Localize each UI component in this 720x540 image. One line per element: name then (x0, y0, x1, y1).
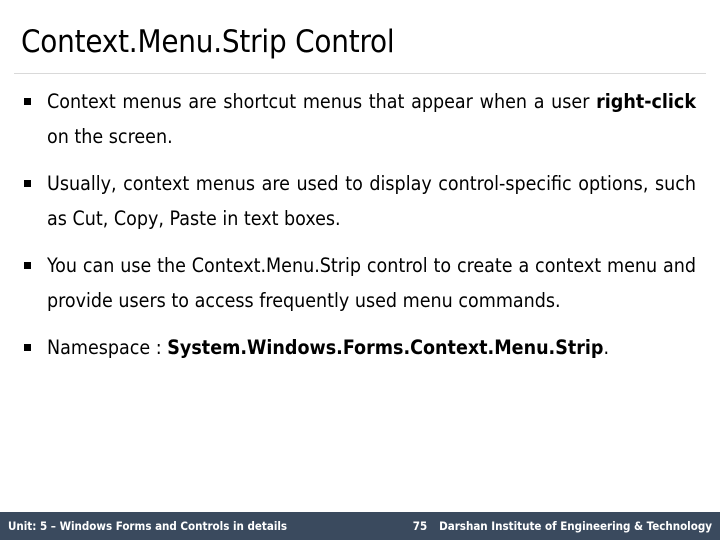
footer-institute-name: Darshan Institute of Engineering & Techn… (439, 519, 712, 533)
square-bullet-icon (24, 248, 38, 283)
page-title: Context.Menu.Strip Control (21, 24, 395, 60)
bullet-text: Namespace : System.Windows.Forms.Context… (47, 330, 696, 365)
bullet-text-emphasis: System.Windows.Forms.Context.Menu.Strip (167, 336, 604, 359)
bullet-text-run: Context menus are shortcut menus that ap… (47, 90, 597, 113)
slide: Context.Menu.Strip Control Context menus… (0, 0, 720, 540)
bullet-text: Context menus are shortcut menus that ap… (47, 84, 696, 154)
bullet-text: You can use the Context.Menu.Strip contr… (47, 248, 696, 318)
bullet-text-run: Namespace : (47, 336, 168, 359)
title-divider (14, 73, 706, 74)
bullet-text: Usually, context menus are used to displ… (47, 166, 696, 236)
square-bullet-icon (24, 84, 38, 119)
bullet-text-emphasis: right-click (596, 90, 696, 113)
bullet-text-run: Usually, context menus are used to displ… (47, 172, 696, 230)
slide-body: Context menus are shortcut menus that ap… (22, 84, 696, 365)
bullet-text-run: . (603, 336, 610, 359)
bullet-list-item: Namespace : System.Windows.Forms.Context… (22, 330, 696, 365)
square-bullet-icon (24, 166, 38, 201)
square-bullet-icon (24, 330, 38, 365)
bullet-text-run: You can use the Context.Menu.Strip contr… (47, 254, 696, 312)
bullet-text-run: on the screen. (47, 125, 173, 148)
bullet-list-item: You can use the Context.Menu.Strip contr… (22, 248, 696, 318)
bullet-list-item: Usually, context menus are used to displ… (22, 166, 696, 236)
bullet-list-item: Context menus are shortcut menus that ap… (22, 84, 696, 154)
footer-bar: Unit: 5 – Windows Forms and Controls in … (0, 512, 720, 540)
footer-unit-label: Unit: 5 – Windows Forms and Controls in … (8, 519, 288, 533)
